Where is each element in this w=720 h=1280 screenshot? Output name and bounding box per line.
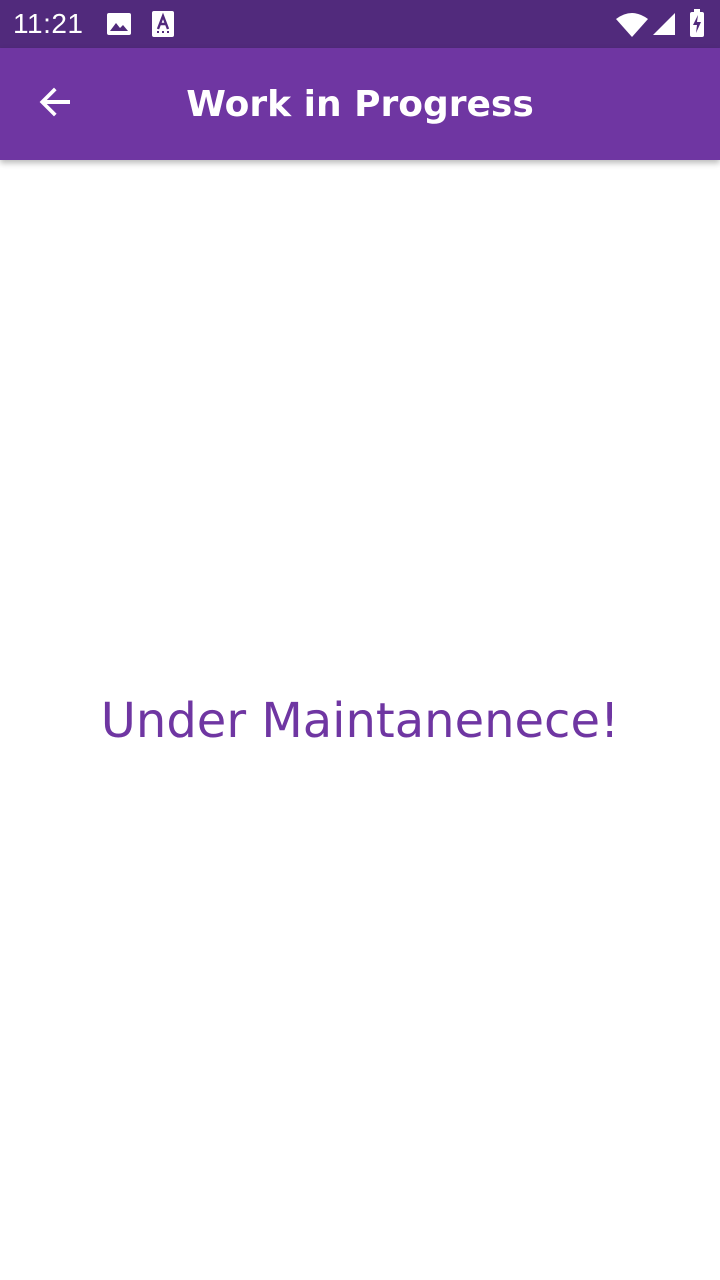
image-icon bbox=[107, 13, 131, 35]
status-time: 11:21 bbox=[13, 8, 84, 39]
maintenance-message: Under Maintanenece! bbox=[100, 693, 620, 749]
arrow-back-icon bbox=[38, 84, 74, 124]
page-title: Work in Progress bbox=[186, 83, 534, 125]
app-bar: Work in Progress bbox=[0, 48, 720, 160]
wifi-icon bbox=[616, 13, 648, 37]
font-a-icon bbox=[152, 11, 174, 37]
screen: 11:21 Work in Progress Under Maintanenec… bbox=[0, 0, 720, 1280]
cell-signal-icon bbox=[653, 13, 675, 35]
status-bar: 11:21 bbox=[0, 0, 720, 48]
battery-charging-icon bbox=[689, 9, 705, 37]
back-button[interactable] bbox=[16, 64, 96, 144]
main-content: Under Maintanenece! bbox=[0, 160, 720, 1280]
